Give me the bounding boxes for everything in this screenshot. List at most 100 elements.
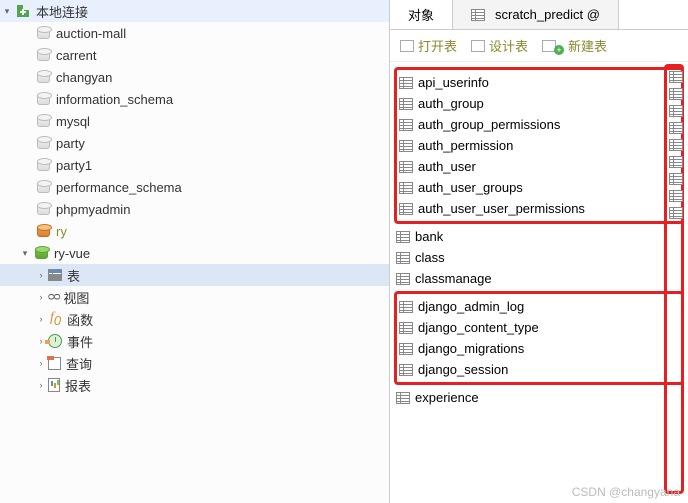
table-icon [669,173,683,185]
open-icon [400,40,414,52]
table-row[interactable]: django_migrations [397,338,681,359]
database-icon [34,114,52,128]
chevron-right-icon[interactable]: › [34,380,48,390]
table-icon [399,301,413,313]
table-list: api_userinfo auth_group auth_group_permi… [390,62,688,503]
db-item-active[interactable]: ▾ry-vue [0,242,389,264]
table-row[interactable]: class [394,247,684,268]
table-icon [399,140,413,152]
views-node[interactable]: ›ᴑᴑ视图 [0,286,389,308]
tab-bar: 对象 scratch_predict @ [390,0,688,30]
table-icon [396,392,410,404]
chevron-down-icon[interactable]: ▾ [18,248,32,259]
db-item[interactable]: auction-mall [0,22,389,44]
functions-node[interactable]: ›f0函数 [0,308,389,330]
chevron-down-icon[interactable]: ▾ [0,6,14,17]
db-item[interactable]: carrent [0,44,389,66]
table-icon [399,98,413,110]
report-icon [48,378,60,392]
table-row[interactable]: experience [394,387,684,408]
table-icon [399,364,413,376]
main-content: 对象 scratch_predict @ 打开表 设计表 +新建表 api_us… [390,0,688,503]
db-item[interactable]: phpmyadmin [0,198,389,220]
table-row[interactable]: auth_user [397,156,681,177]
db-item[interactable]: ry [0,220,389,242]
design-icon [471,40,485,52]
table-icon [396,252,410,264]
chevron-right-icon[interactable]: › [34,314,48,324]
table-icon [399,77,413,89]
table-row[interactable]: classmanage [394,268,684,289]
table-row[interactable]: auth_group_permissions [397,114,681,135]
tab-objects[interactable]: 对象 [390,0,453,29]
tab-scratch[interactable]: scratch_predict @ [453,0,619,29]
table-icon [399,161,413,173]
table-row[interactable]: auth_user_user_permissions [397,198,681,219]
database-icon [34,26,52,40]
table-icon [396,231,410,243]
query-icon [48,357,61,370]
database-icon [34,202,52,216]
database-icon [32,246,50,260]
table-icon [669,105,683,117]
connection-label: 本地连接 [36,2,88,21]
plus-icon: + [554,45,564,55]
table-row[interactable]: django_admin_log [397,296,681,317]
sidebar-tree: ▾ 本地连接 auction-mall carrent changyan inf… [0,0,390,503]
db-item[interactable]: party [0,132,389,154]
table-icon [396,273,410,285]
table-icon [669,88,683,100]
table-row[interactable]: api_userinfo [397,72,681,93]
chevron-right-icon[interactable]: › [34,292,48,302]
table-icon [399,343,413,355]
table-row[interactable]: django_session [397,359,681,380]
table-icon [471,9,485,21]
function-icon: f0 [50,310,61,328]
table-icon [669,190,683,202]
chevron-right-icon[interactable]: › [34,358,48,368]
table-icon [399,119,413,131]
table-row[interactable]: auth_user_groups [397,177,681,198]
db-item[interactable]: mysql [0,110,389,132]
table-row[interactable]: django_content_type [397,317,681,338]
table-icon [48,269,62,281]
connection-node[interactable]: ▾ 本地连接 [0,0,389,22]
table-icon [669,156,683,168]
database-icon [34,48,52,62]
table-icon [669,139,683,151]
database-icon [34,224,52,238]
database-icon [34,70,52,84]
connection-icon [14,3,32,19]
database-icon [34,158,52,172]
table-icon [669,122,683,134]
events-node[interactable]: ›事件 [0,330,389,352]
database-icon [34,136,52,150]
table-icon [669,71,683,83]
clock-icon [48,334,62,348]
table-row[interactable]: auth_group [397,93,681,114]
db-item[interactable]: performance_schema [0,176,389,198]
queries-node[interactable]: ›查询 [0,352,389,374]
db-item[interactable]: party1 [0,154,389,176]
tables-node[interactable]: ›表 [0,264,389,286]
highlight-box-2: django_admin_log django_content_type dja… [394,291,684,385]
new-table-button[interactable]: +新建表 [542,36,607,55]
views-icon: ᴑᴑ [48,291,59,303]
toolbar: 打开表 设计表 +新建表 [390,30,688,62]
table-icon [399,182,413,194]
table-row[interactable]: bank [394,226,684,247]
db-item[interactable]: information_schema [0,88,389,110]
chevron-right-icon[interactable]: › [34,270,48,280]
highlight-box-1: api_userinfo auth_group auth_group_permi… [394,67,684,224]
table-icon [399,203,413,215]
design-table-button[interactable]: 设计表 [471,36,528,55]
database-icon [34,92,52,106]
table-icon [669,207,683,219]
table-icon [399,322,413,334]
open-table-button[interactable]: 打开表 [400,36,457,55]
highlight-box-right [664,64,684,494]
database-icon [34,180,52,194]
reports-node[interactable]: ›报表 [0,374,389,396]
table-row[interactable]: auth_permission [397,135,681,156]
db-item[interactable]: changyan [0,66,389,88]
